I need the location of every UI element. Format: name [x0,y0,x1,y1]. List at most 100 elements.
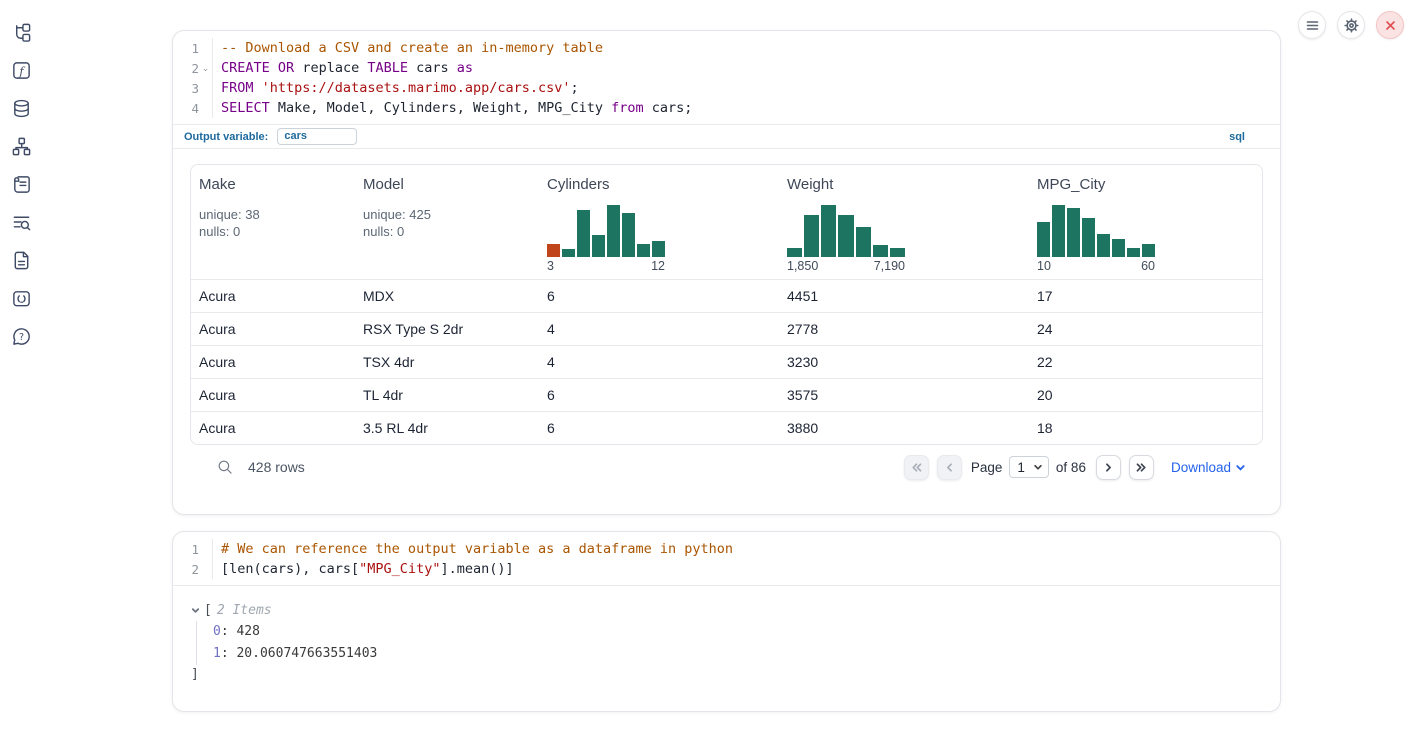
settings-button[interactable] [1337,11,1365,39]
fold-chevron-icon[interactable]: ⌄ [199,58,212,78]
pagination: Page 1 of 86 Download [904,455,1246,480]
code-line[interactable]: CREATE OR replace TABLE cars as [221,58,692,78]
chevron-down-icon [1235,462,1246,473]
gear-icon [1344,18,1359,33]
page-select-value: 1 [1017,460,1025,475]
table-cell: Acura [191,288,355,304]
dependencies-icon[interactable] [9,134,33,158]
histogram-bar [1142,244,1155,257]
table-cell: RSX Type S 2dr [355,321,539,337]
first-page-button[interactable] [904,455,929,480]
table-cell: 17 [1029,288,1262,304]
table-cell: 6 [539,288,779,304]
table-cell: 20 [1029,387,1262,403]
page-label: Page [971,460,1003,475]
table-cell: 2778 [779,321,1029,337]
code-line[interactable]: -- Download a CSV and create an in-memor… [221,38,692,58]
histogram-axis-labels: 312 [547,259,665,279]
table-cell: 18 [1029,420,1262,436]
column-header-model[interactable]: Modelunique: 425nulls: 0 [355,176,539,279]
file-explorer-icon[interactable] [9,20,33,44]
snippets-icon[interactable] [9,286,33,310]
histogram-bar [1037,222,1050,257]
next-page-button[interactable] [1096,455,1121,480]
collapse-chevron-icon[interactable] [191,606,204,615]
open-bracket: [ [204,603,212,618]
documentation-icon[interactable] [9,248,33,272]
header-actions [1298,11,1404,39]
table-row[interactable]: AcuraRSX Type S 2dr4277824 [191,312,1262,345]
download-button[interactable]: Download [1171,460,1246,475]
chevron-left-icon [943,461,956,474]
svg-text:?: ? [18,331,23,342]
page-total-label: of 86 [1056,460,1086,475]
column-header-mpg_city[interactable]: MPG_City1060 [1029,176,1262,279]
last-page-button[interactable] [1129,455,1154,480]
table-row[interactable]: AcuraMDX6445117 [191,279,1262,312]
histogram-bar [577,210,590,257]
items-count-label: 2 Items [217,603,272,618]
table-row[interactable]: AcuraTSX 4dr4323022 [191,345,1262,378]
column-name: Make [199,176,355,193]
search-button[interactable] [217,459,233,475]
histogram-bar [873,245,888,257]
table-cell: 6 [539,387,779,403]
list-item: 1: 20.060747663551403 [213,643,1280,665]
python-code-editor[interactable]: 12# We can reference the output variable… [173,532,1280,585]
shutdown-button[interactable] [1376,11,1404,39]
prev-page-button[interactable] [937,455,962,480]
table-cell: Acura [191,420,355,436]
column-stats: unique: 425nulls: 0 [363,206,539,248]
code-line[interactable]: SELECT Make, Model, Cylinders, Weight, M… [221,98,692,118]
table-cell: 3880 [779,420,1029,436]
close-icon [1383,18,1398,33]
table-cell: 22 [1029,354,1262,370]
page-select[interactable]: 1 [1009,456,1049,478]
variables-icon[interactable]: f [9,58,33,82]
datasources-icon[interactable] [9,96,33,120]
close-bracket: ] [191,665,1280,685]
output-variable-input[interactable]: cars [277,128,357,145]
column-histogram [547,205,665,257]
table-cell: 3230 [779,354,1029,370]
column-header-make[interactable]: Makeunique: 38nulls: 0 [191,176,355,279]
table-cell: 3575 [779,387,1029,403]
histogram-bar [1082,218,1095,257]
help-icon[interactable]: ? [9,324,33,348]
table-row[interactable]: AcuraTL 4dr6357520 [191,378,1262,411]
table-body: AcuraMDX6445117AcuraRSX Type S 2dr427782… [191,279,1262,444]
menu-button[interactable] [1298,11,1326,39]
table-cell: 24 [1029,321,1262,337]
table-header: Makeunique: 38nulls: 0Modelunique: 425nu… [191,165,1262,279]
table-output: Makeunique: 38nulls: 0Modelunique: 425nu… [173,149,1280,489]
sidebar: f ? [9,20,33,348]
sql-cell: 12⌄34-- Download a CSV and create an in-… [172,30,1281,515]
table-cell: 4451 [779,288,1029,304]
row-count: 428 rows [248,459,305,475]
code-line[interactable]: [len(cars), cars["MPG_City"].mean()] [221,559,733,579]
histogram-bar [562,249,575,257]
column-header-cylinders[interactable]: Cylinders312 [539,176,779,279]
histogram-bar [607,205,620,257]
column-header-weight[interactable]: Weight 1,8507,190 [779,176,1029,279]
table-cell: 4 [539,321,779,337]
sql-code-editor[interactable]: 12⌄34-- Download a CSV and create an in-… [173,31,1280,124]
histogram-bar [1052,205,1065,257]
code-line[interactable]: # We can reference the output variable a… [221,539,733,559]
chevrons-right-icon [1135,461,1148,474]
histogram-axis-labels: 1,8507,190 [787,259,905,279]
code-line[interactable]: FROM 'https://datasets.marimo.app/cars.c… [221,78,692,98]
outline-search-icon[interactable] [9,210,33,234]
list-item: 0: 428 [213,621,1280,643]
histogram-bar [547,244,560,257]
column-name: Weight [787,176,1029,193]
logs-icon[interactable] [9,172,33,196]
download-label: Download [1171,460,1231,475]
table-cell: TL 4dr [355,387,539,403]
histogram-bar [838,215,853,257]
chevron-right-icon [1102,461,1115,474]
column-histogram [1037,205,1155,257]
table-row[interactable]: Acura3.5 RL 4dr6388018 [191,411,1262,444]
table-cell: 4 [539,354,779,370]
histogram-bar [787,248,802,257]
